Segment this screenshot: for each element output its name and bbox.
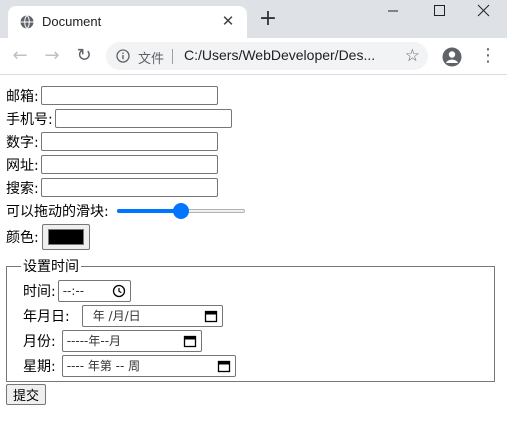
date-label: 年月日: <box>23 308 70 325</box>
week-row: 星期: ---- 年第 -- 周 <box>23 353 482 378</box>
week-input[interactable]: ---- 年第 -- 周 <box>61 354 236 377</box>
email-label: 邮箱: <box>6 88 39 105</box>
time-input[interactable]: --:-- <box>57 279 131 302</box>
reload-icon[interactable]: ↻ <box>73 45 95 67</box>
time-label: 时间: <box>23 283 56 300</box>
browser-tab[interactable]: Document ✕ <box>8 6 247 38</box>
number-input[interactable] <box>40 132 218 151</box>
clock-icon[interactable] <box>112 284 126 298</box>
email-input[interactable] <box>40 86 218 105</box>
page-content: 邮箱: 手机号: 数字: 网址: 搜索: 可以拖动的滑块: 颜色: 设置时间 时… <box>6 84 501 405</box>
slider-thumb[interactable] <box>172 202 189 219</box>
minimize-button[interactable] <box>370 0 416 22</box>
search-row: 搜索: <box>6 176 501 199</box>
minimize-icon <box>388 10 398 12</box>
time-fieldset: 设置时间 时间: --:-- 年月日: 年 /月/日 月份: -----年--月… <box>6 256 495 382</box>
tab-strip: Document ✕ + <box>0 0 507 38</box>
calendar-icon[interactable] <box>204 309 218 323</box>
profile-avatar-icon[interactable] <box>442 47 462 67</box>
time-input-text: --:-- <box>62 283 85 298</box>
number-label: 数字: <box>6 134 39 151</box>
slider-fill <box>116 208 181 213</box>
maximize-button[interactable] <box>416 0 462 22</box>
color-swatch-fill <box>47 229 84 245</box>
search-input[interactable] <box>40 178 218 197</box>
back-arrow-icon[interactable]: ← <box>9 45 31 67</box>
omnibox-separator <box>172 49 173 64</box>
browser-toolbar: ← → ↻ 文件 C:/Users/WebDeveloper/Des... ☆ … <box>0 38 507 75</box>
range-slider[interactable] <box>116 202 245 219</box>
kebab-menu-icon[interactable]: ⋮ <box>478 46 498 66</box>
color-row: 颜色: <box>6 222 501 252</box>
window-close-button[interactable] <box>461 0 507 22</box>
number-row: 数字: <box>6 130 501 153</box>
week-label: 星期: <box>23 358 56 375</box>
slider-label: 可以拖动的滑块: <box>6 203 109 220</box>
month-row: 月份: -----年--月 <box>23 328 482 353</box>
globe-icon <box>20 15 34 29</box>
date-row: 年月日: 年 /月/日 <box>23 303 482 328</box>
date-input-text: 年 /月/日 <box>92 309 141 323</box>
month-input-text: -----年--月 <box>66 334 122 348</box>
url-row: 网址: <box>6 153 501 176</box>
url-label: 网址: <box>6 157 39 174</box>
submit-button[interactable]: 提交 <box>6 384 47 405</box>
time-row: 时间: --:-- <box>23 278 482 303</box>
close-window-icon <box>477 4 490 17</box>
search-label: 搜索: <box>6 180 39 197</box>
phone-row: 手机号: <box>6 107 501 130</box>
address-bar[interactable]: 文件 C:/Users/WebDeveloper/Des... ☆ <box>106 42 428 70</box>
month-input[interactable]: -----年--月 <box>61 329 202 352</box>
phone-input[interactable] <box>54 109 232 128</box>
week-input-text: ---- 年第 -- 周 <box>66 359 141 373</box>
tab-title: Document <box>42 14 102 29</box>
slider-row: 可以拖动的滑块: <box>6 199 501 222</box>
color-picker[interactable] <box>41 224 90 250</box>
calendar-icon[interactable] <box>217 359 231 373</box>
close-tab-icon[interactable]: ✕ <box>219 12 237 30</box>
file-scheme-label: 文件 <box>138 52 165 67</box>
browser-chrome: Document ✕ + ← → ↻ 文件 C:/Users/WebDevelo… <box>0 0 507 75</box>
month-label: 月份: <box>23 333 56 350</box>
fieldset-legend: 设置时间 <box>23 259 79 275</box>
url-input[interactable] <box>40 155 218 174</box>
maximize-icon <box>434 5 445 16</box>
new-tab-button[interactable]: + <box>258 8 278 30</box>
url-text[interactable]: C:/Users/WebDeveloper/Des... <box>184 47 375 63</box>
email-row: 邮箱: <box>6 84 501 107</box>
bookmark-star-icon[interactable]: ☆ <box>405 46 420 66</box>
calendar-icon[interactable] <box>183 334 197 348</box>
info-icon[interactable] <box>116 49 130 63</box>
phone-label: 手机号: <box>6 111 53 128</box>
date-input[interactable]: 年 /月/日 <box>81 304 223 327</box>
forward-arrow-icon[interactable]: → <box>41 45 63 67</box>
color-label: 颜色: <box>6 230 39 246</box>
